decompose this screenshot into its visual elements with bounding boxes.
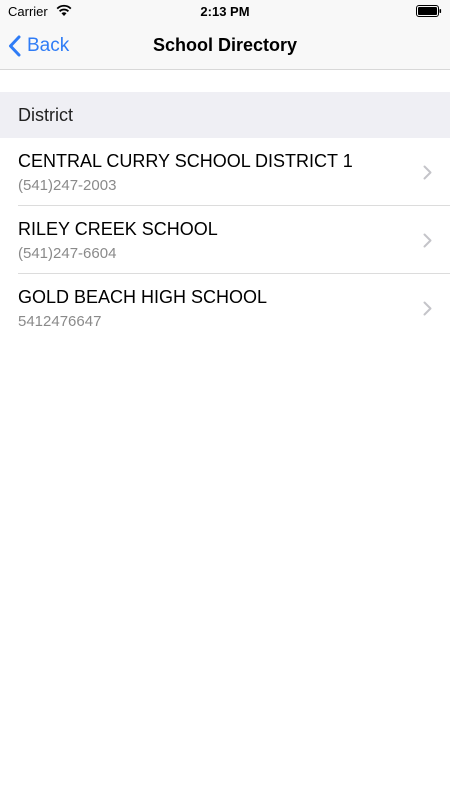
chevron-right-icon	[423, 233, 432, 248]
list-item[interactable]: GOLD BEACH HIGH SCHOOL 5412476647	[0, 274, 450, 342]
section-header-district: District	[0, 92, 450, 138]
school-name: RILEY CREEK SCHOOL	[18, 219, 218, 239]
school-phone: 5412476647	[18, 313, 102, 330]
status-time: 2:13 PM	[200, 4, 250, 19]
school-list: CENTRAL CURRY SCHOOL DISTRICT 1 (541)247…	[0, 138, 450, 342]
school-name: CENTRAL CURRY SCHOOL DISTRICT 1	[18, 151, 353, 171]
navigation-bar: Back School Directory	[0, 22, 450, 70]
chevron-right-icon	[423, 301, 432, 316]
chevron-right-icon	[423, 165, 432, 180]
status-bar: Carrier 2:13 PM	[0, 0, 450, 22]
section-header-label: District	[18, 105, 73, 125]
school-name: GOLD BEACH HIGH SCHOOL	[18, 287, 268, 307]
page-title: School Directory	[152, 35, 298, 55]
school-phone: (541)247-6604	[18, 245, 117, 262]
battery-icon	[416, 5, 442, 17]
school-phone: (541)247-2003	[18, 177, 117, 194]
list-item[interactable]: CENTRAL CURRY SCHOOL DISTRICT 1 (541)247…	[0, 138, 450, 206]
list-item[interactable]: RILEY CREEK SCHOOL (541)247-6604	[0, 206, 450, 274]
